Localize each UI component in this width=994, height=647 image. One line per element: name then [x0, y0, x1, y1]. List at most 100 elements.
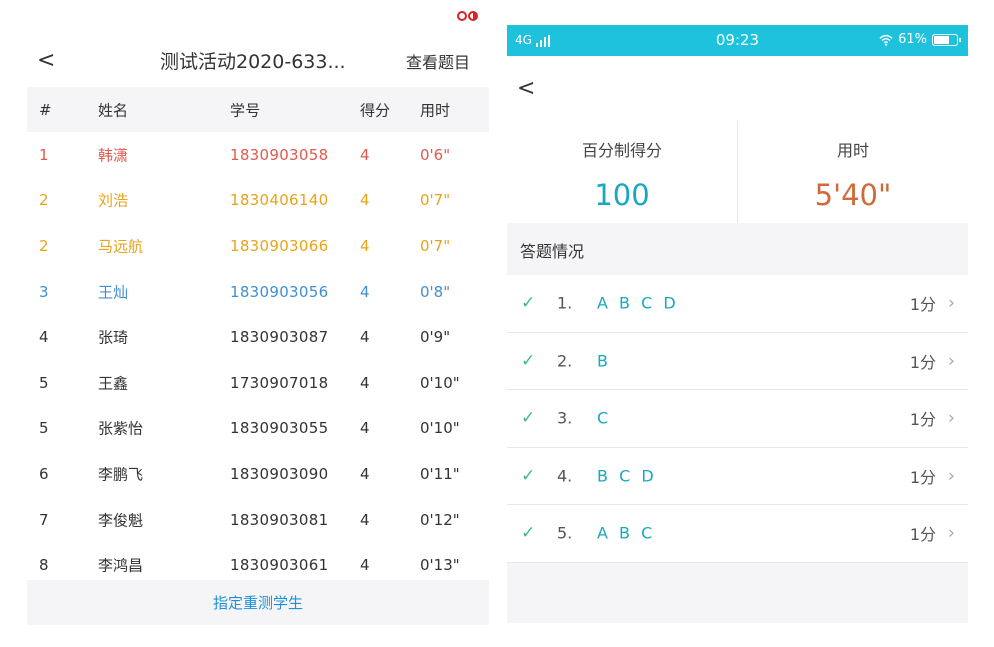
score-cell: 4 — [360, 236, 370, 255]
back-button[interactable]: < — [517, 76, 535, 101]
footer-bar: 指定重测学生 — [27, 580, 489, 625]
rank-cell: 5 — [39, 373, 49, 392]
result-nav: < — [507, 56, 968, 121]
score-cell: 4 — [360, 556, 370, 575]
rank-cell: 2 — [39, 236, 49, 255]
answer-list: ✓ 1. A B C D 1分 › ✓ 2. B 1分 › ✓ 3. C 1分 › ✓ 4. B C D 1分 › ✓ 5… — [507, 275, 968, 563]
time-cell: 0'12" — [420, 510, 460, 529]
time-cell: 0'7" — [420, 191, 451, 210]
name-cell: 马远航 — [98, 237, 144, 256]
name-cell: 王鑫 — [98, 374, 129, 393]
table-row[interactable]: 3 王灿 1830903056 4 0'8" — [27, 269, 489, 315]
wifi-icon — [879, 34, 893, 46]
check-icon: ✓ — [521, 293, 536, 314]
name-cell: 韩潇 — [98, 146, 129, 165]
status-dots — [457, 11, 478, 21]
time-cell: 0'6" — [420, 145, 451, 164]
time-label: 用时 — [836, 141, 869, 160]
column-header-rank: # — [39, 100, 52, 119]
section-title: 答题情况 — [520, 242, 585, 261]
name-cell: 李鹏飞 — [98, 465, 144, 484]
question-number: 3. — [557, 408, 573, 428]
question-score: 1分 — [909, 295, 936, 315]
table-row[interactable]: 6 李鹏飞 1830903090 4 0'11" — [27, 451, 489, 497]
score-cell: 4 — [360, 419, 370, 438]
table-row[interactable]: 4 张琦 1830903087 4 0'9" — [27, 314, 489, 360]
table-row[interactable]: 5 王鑫 1730907018 4 0'10" — [27, 360, 489, 406]
time-cell: 0'8" — [420, 282, 451, 301]
score-value: 100 — [594, 178, 650, 212]
table-row[interactable]: 1 韩潇 1830903058 4 0'6" — [27, 132, 489, 178]
answer-choice: C — [597, 408, 612, 428]
column-header-student-id: 学号 — [230, 101, 261, 119]
time-cell: 0'13" — [420, 556, 460, 575]
student-id-cell: 1830903058 — [230, 145, 329, 164]
time-value: 5'40" — [814, 178, 892, 212]
table-row[interactable]: 2 马远航 1830903066 4 0'7" — [27, 223, 489, 269]
student-id-cell: 1830903066 — [230, 236, 329, 255]
table-row[interactable]: 7 李俊魁 1830903081 4 0'12" — [27, 497, 489, 543]
name-cell: 张琦 — [98, 328, 129, 347]
table-row[interactable]: 2 刘浩 1830406140 4 0'7" — [27, 178, 489, 224]
name-cell: 张紫怡 — [98, 419, 144, 438]
rank-cell: 1 — [39, 145, 49, 164]
student-id-cell: 1830903081 — [230, 510, 329, 529]
answer-row[interactable]: ✓ 1. A B C D 1分 › — [507, 275, 968, 333]
answer-row[interactable]: ✓ 3. C 1分 › — [507, 390, 968, 448]
chevron-right-icon: › — [947, 522, 955, 544]
rank-cell: 6 — [39, 464, 49, 483]
answer-choice: B C D — [597, 466, 657, 486]
student-id-cell: 1830903056 — [230, 282, 329, 301]
answer-choice: B — [597, 351, 611, 371]
time-cell: 0'11" — [420, 464, 460, 483]
table-row[interactable]: 5 张紫怡 1830903055 4 0'10" — [27, 406, 489, 452]
time-stat: 用时 5'40" — [737, 121, 968, 223]
chevron-right-icon: › — [947, 350, 955, 372]
answer-row[interactable]: ✓ 4. B C D 1分 › — [507, 448, 968, 505]
check-icon: ✓ — [521, 523, 536, 544]
answer-row[interactable]: ✓ 5. A B C 1分 › — [507, 505, 968, 563]
column-header-time: 用时 — [420, 101, 451, 119]
view-questions-button[interactable]: 查看题目 — [406, 52, 470, 74]
rank-cell: 8 — [39, 556, 49, 575]
check-icon: ✓ — [521, 465, 536, 486]
name-cell: 王灿 — [98, 283, 129, 302]
score-cell: 4 — [360, 191, 370, 210]
time-cell: 0'10" — [420, 419, 460, 438]
battery-percent: 61% — [898, 32, 927, 47]
table-body: 1 韩潇 1830903058 4 0'6" 2 刘浩 1830406140 4 0'7" 2 马远航… — [27, 132, 489, 588]
score-cell: 4 — [360, 282, 370, 301]
question-score: 1分 — [909, 410, 936, 430]
back-button[interactable]: < — [37, 48, 55, 74]
status-bar: 4G 09:23 61% — [507, 25, 968, 56]
score-label: 百分制得分 — [581, 141, 662, 160]
student-id-cell: 1830903090 — [230, 464, 329, 483]
table-header: # 姓名 学号 得分 用时 — [27, 87, 489, 132]
page-title: 测试活动2020-633... — [160, 51, 346, 73]
score-stat: 百分制得分 100 — [507, 121, 737, 223]
rank-cell: 5 — [39, 419, 49, 438]
time-cell: 0'10" — [420, 373, 460, 392]
name-cell: 李鸿昌 — [98, 556, 144, 575]
screenshot-root: < 测试活动2020-633... 查看题目 # 姓名 学号 得分 用时 1 韩潇… — [0, 0, 994, 647]
ranking-header: < 测试活动2020-633... 查看题目 — [27, 40, 489, 84]
chevron-right-icon: › — [947, 465, 955, 487]
score-cell: 4 — [360, 328, 370, 347]
answers-section-header: 答题情况 — [507, 224, 968, 274]
question-score: 1分 — [909, 467, 936, 487]
question-number: 5. — [557, 523, 573, 543]
rank-cell: 3 — [39, 282, 49, 301]
result-panel: 4G 09:23 61% < 百分制得分 100 用时 5'40" 答题情况 ✓… — [507, 25, 968, 623]
retest-students-button[interactable]: 指定重测学生 — [27, 592, 489, 613]
time-cell: 0'9" — [420, 328, 451, 347]
ranking-panel: < 测试活动2020-633... 查看题目 # 姓名 学号 得分 用时 1 韩潇… — [27, 0, 489, 647]
name-cell: 李俊魁 — [98, 511, 144, 530]
status-right: 61% — [879, 32, 961, 47]
rank-cell: 4 — [39, 328, 49, 347]
ranking-table: # 姓名 学号 得分 用时 1 韩潇 1830903058 4 0'6" 2 刘浩 18304… — [27, 87, 489, 588]
student-id-cell: 1830903087 — [230, 328, 329, 347]
column-header-name: 姓名 — [98, 101, 129, 119]
answer-choice: A B C — [597, 523, 656, 543]
answer-row[interactable]: ✓ 2. B 1分 › — [507, 333, 968, 390]
student-id-cell: 1730907018 — [230, 373, 329, 392]
